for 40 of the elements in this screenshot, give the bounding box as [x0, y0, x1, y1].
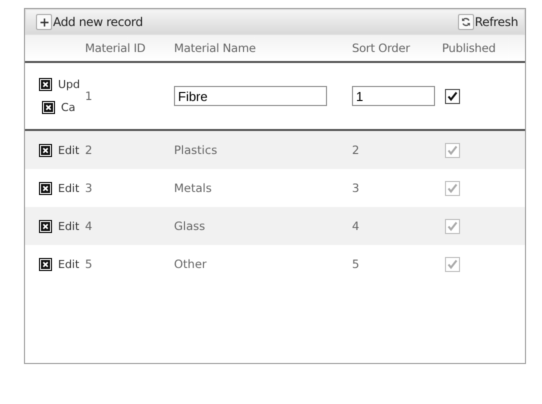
- table-cell-text: 5: [352, 257, 360, 271]
- table-cell-text: Plastics: [174, 143, 218, 157]
- edit-button[interactable]: Edit: [39, 182, 81, 194]
- update-button[interactable]: Upd: [39, 78, 81, 91]
- table-cell-text: Other: [174, 257, 208, 271]
- delete-icon: [39, 144, 52, 156]
- published-checkbox[interactable]: [445, 88, 460, 104]
- delete-icon: [39, 220, 52, 232]
- table-cell-text: Glass: [174, 219, 206, 233]
- column-header[interactable]: Material Name: [174, 41, 352, 55]
- sort-order-input-field[interactable]: 1: [352, 86, 435, 106]
- column-header[interactable]: Sort Order: [352, 41, 442, 55]
- plus-icon: [40, 18, 48, 26]
- table-cell-text: 1: [85, 89, 94, 103]
- column-header[interactable]: Published: [442, 41, 525, 55]
- delete-icon: [42, 101, 55, 114]
- add-record-button[interactable]: Add new record: [36, 14, 143, 30]
- published-checkbox[interactable]: [445, 180, 460, 196]
- published-checkbox[interactable]: [445, 256, 460, 272]
- table-cell-text: Metals: [174, 181, 213, 195]
- delete-icon: [39, 258, 52, 270]
- table-cell-text: 3: [85, 181, 94, 195]
- table-cell-text: 3: [352, 181, 360, 195]
- refresh-icon: [460, 17, 471, 27]
- name-input-field[interactable]: Fibre: [174, 86, 327, 106]
- delete-icon: [39, 182, 52, 194]
- table-cell-text: 2: [352, 143, 360, 157]
- edit-button[interactable]: Edit: [39, 144, 81, 156]
- column-header[interactable]: Material ID: [85, 41, 174, 55]
- table-cell-text: 2: [85, 143, 94, 157]
- table-cell-text: 4: [352, 219, 360, 233]
- table-cell-text: 4: [85, 219, 94, 233]
- published-checkbox[interactable]: [445, 142, 460, 158]
- edit-button[interactable]: Edit: [39, 220, 81, 232]
- table-cell-text: 5: [85, 257, 94, 271]
- refresh-button[interactable]: Refresh: [458, 14, 518, 30]
- edit-button[interactable]: Edit: [39, 258, 81, 270]
- cancel-button[interactable]: Ca: [39, 101, 81, 114]
- published-checkbox[interactable]: [445, 218, 460, 234]
- delete-icon: [39, 78, 52, 91]
